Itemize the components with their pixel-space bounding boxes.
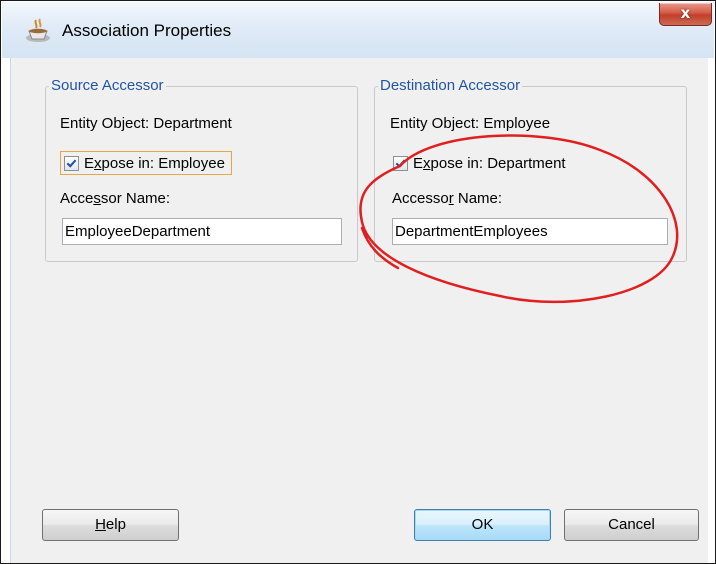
destination-accessor-name-input[interactable]: DepartmentEmployees [392, 218, 668, 245]
source-accessor-name-input[interactable]: EmployeeDepartment [62, 218, 342, 245]
destination-accessor-name-label: Accessor Name: [392, 190, 503, 207]
destination-expose-checkbox[interactable] [393, 155, 408, 171]
source-accessor-title: Source Accessor [49, 77, 166, 94]
dialog-window: Association Properties x Source Accessor… [0, 0, 716, 564]
coffee-cup-icon [26, 18, 50, 42]
source-accessor-name-label: Accessor Name: [60, 190, 171, 207]
dialog-content: Source Accessor Entity Object: Departmen… [10, 58, 708, 563]
source-entity-label: Entity Object: Department [60, 115, 232, 132]
cancel-button[interactable]: Cancel [564, 509, 699, 541]
source-expose-checkbox[interactable] [64, 155, 79, 171]
destination-accessor-group: Destination Accessor Entity Object: Empl… [374, 77, 687, 262]
source-accessor-group: Source Accessor Entity Object: Departmen… [45, 77, 358, 262]
destination-expose-checkbox-row[interactable]: Expose in: Department [393, 151, 566, 175]
help-button[interactable]: Help [42, 509, 179, 541]
window-title: Association Properties [62, 21, 232, 40]
ok-button[interactable]: OK [414, 509, 551, 541]
destination-accessor-title: Destination Accessor [378, 77, 523, 94]
destination-expose-label: Expose in: Department [413, 154, 566, 172]
close-button[interactable]: x [659, 3, 712, 26]
destination-entity-label: Entity Object: Employee [390, 115, 551, 132]
source-expose-checkbox-row[interactable]: Expose in: Employee [60, 151, 232, 175]
title-bar[interactable]: Association Properties x [2, 2, 714, 58]
source-expose-label: Expose in: Employee [84, 154, 225, 172]
